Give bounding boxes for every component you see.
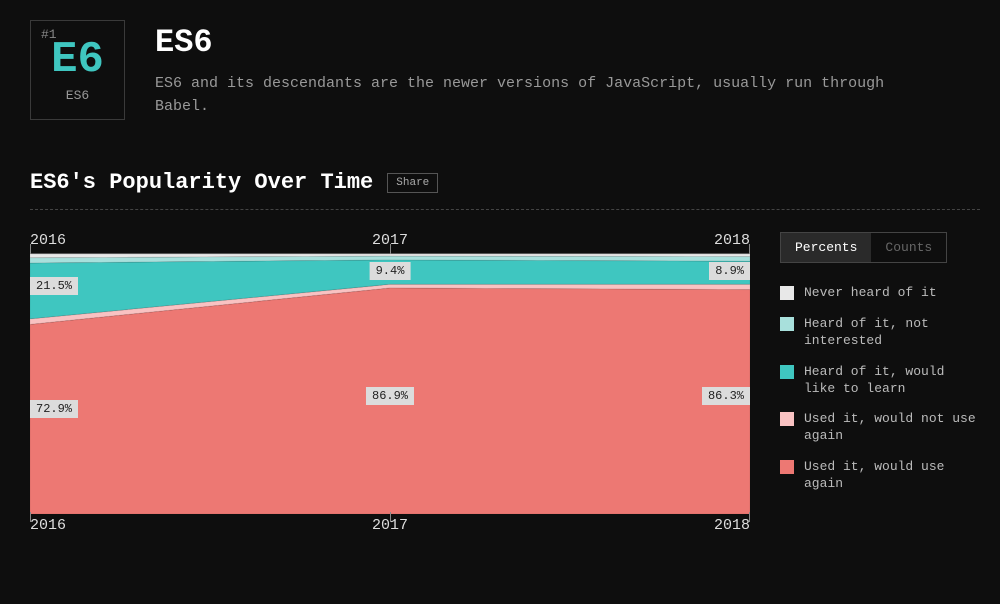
legend-label: Heard of it, would like to learn xyxy=(804,364,980,398)
stacked-area-chart: 21.5% 9.4% 8.9% 72.9% 86.9% 86.3% xyxy=(30,253,750,513)
badge-label: ES6 xyxy=(66,88,89,103)
rank-number: #1 xyxy=(41,27,57,42)
tick-label: 2018 xyxy=(714,232,750,249)
unit-toggle: Percents Counts xyxy=(780,232,947,263)
swatch-icon xyxy=(780,412,794,426)
section-title: ES6's Popularity Over Time xyxy=(30,170,373,195)
swatch-icon xyxy=(780,286,794,300)
data-label: 72.9% xyxy=(30,400,78,418)
tab-percents[interactable]: Percents xyxy=(781,233,871,262)
chart-column: 2016 2017 2018 21.5% 9.4% 8.9% 72.9% 86.… xyxy=(30,232,750,534)
legend-item: Used it, would not use again xyxy=(780,411,980,445)
swatch-icon xyxy=(780,365,794,379)
tick-label: 2016 xyxy=(30,232,66,249)
legend-label: Used it, would use again xyxy=(804,459,980,493)
legend-label: Heard of it, not interested xyxy=(804,316,980,350)
page-title: ES6 xyxy=(155,24,980,61)
legend-label: Never heard of it xyxy=(804,285,937,302)
data-label: 86.9% xyxy=(366,387,414,405)
data-label: 8.9% xyxy=(709,262,750,280)
data-label: 21.5% xyxy=(30,277,78,295)
tick-label: 2018 xyxy=(714,517,750,534)
swatch-icon xyxy=(780,460,794,474)
legend-item: Heard of it, would like to learn xyxy=(780,364,980,398)
share-button[interactable]: Share xyxy=(387,173,438,193)
legend-item: Never heard of it xyxy=(780,285,980,302)
legend-item: Heard of it, not interested xyxy=(780,316,980,350)
legend-label: Used it, would not use again xyxy=(804,411,980,445)
tick-label: 2016 xyxy=(30,517,66,534)
swatch-icon xyxy=(780,317,794,331)
side-column: Percents Counts Never heard of it Heard … xyxy=(780,232,980,534)
page-description: ES6 and its descendants are the newer ve… xyxy=(155,73,935,118)
rank-badge: #1 E6 ES6 xyxy=(30,20,125,120)
header: #1 E6 ES6 ES6 ES6 and its descendants ar… xyxy=(30,20,980,120)
badge-code: E6 xyxy=(51,38,104,82)
header-text: ES6 ES6 and its descendants are the newe… xyxy=(155,20,980,118)
tab-counts[interactable]: Counts xyxy=(871,233,946,262)
legend-item: Used it, would use again xyxy=(780,459,980,493)
data-label: 86.3% xyxy=(702,387,750,405)
data-label: 9.4% xyxy=(370,262,411,280)
section-header: ES6's Popularity Over Time Share xyxy=(30,170,980,210)
